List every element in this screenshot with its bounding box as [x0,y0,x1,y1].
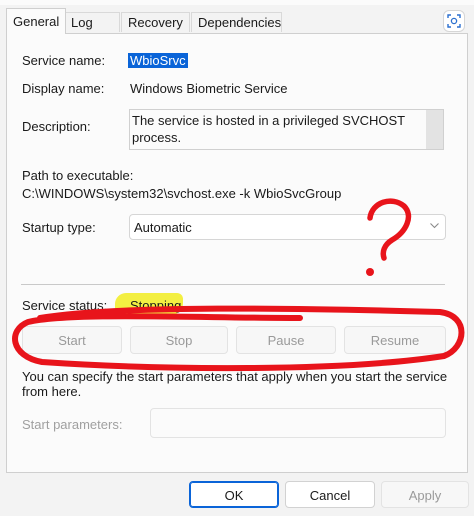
stop-button[interactable]: Stop [130,326,228,354]
description-scrollbar[interactable] [426,110,443,149]
description-text: The service is hosted in a privileged SV… [132,113,405,145]
description-label: Description: [22,119,91,134]
resume-button[interactable]: Resume [344,326,446,354]
chevron-down-icon [430,223,439,229]
tab-general[interactable]: General [6,8,66,34]
ok-button[interactable]: OK [189,481,279,508]
pause-button[interactable]: Pause [236,326,336,354]
display-name-value[interactable]: Windows Biometric Service [130,81,288,96]
cancel-button[interactable]: Cancel [285,481,375,508]
tab-dependencies[interactable]: Dependencies [191,12,282,32]
start-button[interactable]: Start [22,326,122,354]
service-name-value[interactable]: WbioSrvc [128,53,188,68]
screen-capture-icon [447,14,461,28]
startup-type-select[interactable]: Automatic [129,214,446,240]
path-value[interactable]: C:\WINDOWS\system32\svchost.exe -k WbioS… [22,186,341,201]
display-name-label: Display name: [22,81,105,96]
service-status-label: Service status: [22,298,108,313]
start-parameters-label: Start parameters: [22,417,123,432]
service-name-label: Service name: [22,53,106,68]
tab-recovery[interactable]: Recovery [121,12,190,32]
startup-type-value: Automatic [134,220,192,235]
window-top-edge [0,0,474,5]
status-divider [21,284,445,285]
tab-log-on[interactable]: Log On [64,12,120,50]
general-tab-panel [6,33,468,473]
screen-capture-button[interactable] [443,10,465,32]
start-parameters-input[interactable] [150,408,446,438]
path-label: Path to executable: [22,168,134,183]
tab-strip: General Log On Recovery Dependencies [0,8,474,50]
startup-type-label: Startup type: [22,220,96,235]
description-box[interactable]: The service is hosted in a privileged SV… [129,109,444,150]
service-status-value: Stopping [130,298,182,313]
apply-button[interactable]: Apply [381,481,469,508]
service-name-selected-text[interactable]: WbioSrvc [128,53,188,68]
start-parameters-hint: You can specify the start parameters tha… [22,369,448,399]
